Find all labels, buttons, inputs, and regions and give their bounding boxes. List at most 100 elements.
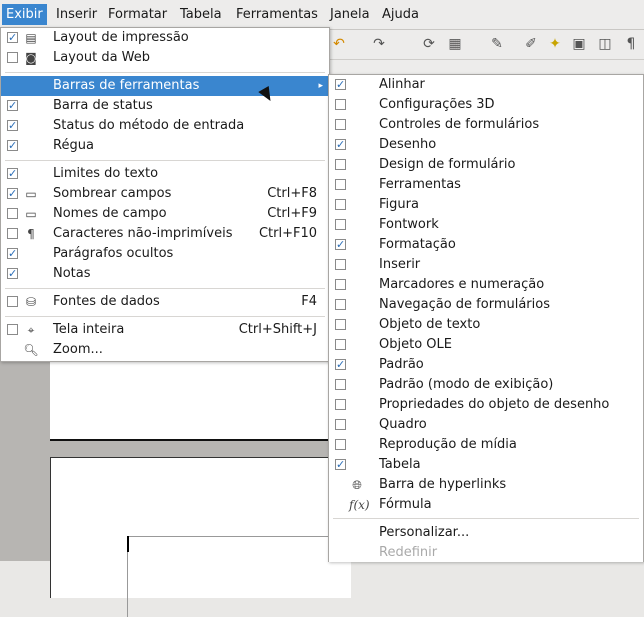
menu-separator (5, 72, 325, 73)
submenu-item-standard[interactable]: ✓ Padrão (329, 355, 643, 375)
submenu-item-3d-settings[interactable]: Configurações 3D (329, 95, 643, 115)
submenu-item-form-design[interactable]: Design de formulário (329, 155, 643, 175)
checkbox: ✓ (7, 167, 18, 180)
pilcrow-icon[interactable]: ¶ (622, 35, 640, 53)
menu-tabela[interactable]: Tabela (176, 4, 226, 25)
submenu-item-media-playback[interactable]: Reprodução de mídia (329, 435, 643, 455)
menu-item-input-method-status[interactable]: ✓ Status do método de entrada (1, 116, 329, 136)
submenu-item-formula[interactable]: f(x) Fórmula (329, 495, 643, 515)
field-names-icon: ▭ (25, 207, 37, 221)
formula-icon: f(x) (349, 498, 370, 512)
checkbox: ✓ (335, 358, 346, 371)
gallery-icon[interactable]: ◫ (596, 35, 614, 53)
checkbox (335, 339, 346, 350)
menu-ferramentas[interactable]: Ferramentas (232, 4, 322, 25)
submenu-item-form-navigation[interactable]: Navegação de formulários (329, 295, 643, 315)
submenu-item-drawing-object-properties[interactable]: Propriedades do objeto de desenho (329, 395, 643, 415)
submenu-item-tools[interactable]: Ferramentas (329, 175, 643, 195)
submenu-item-hyperlink-bar[interactable]: 🌐︎ Barra de hyperlinks (329, 475, 643, 495)
menu-item-text-boundaries[interactable]: ✓ Limites do texto (1, 164, 329, 184)
edit-icon[interactable]: ✐ (522, 35, 540, 53)
checkbox (335, 199, 346, 210)
toolbars-submenu: ✓ Alinhar Configurações 3D Controles de f… (328, 74, 644, 562)
menu-item-nonprinting-chars[interactable]: ¶ Caracteres não-imprimíveis Ctrl+F10 (1, 224, 329, 244)
submenu-item-insert[interactable]: Inserir (329, 255, 643, 275)
checkbox: ✓ (7, 187, 18, 200)
menu-item-toolbars[interactable]: Barras de ferramentas ▸ (1, 76, 329, 96)
checkbox (335, 399, 346, 410)
menu-item-zoom[interactable]: 🔍︎ Zoom... (1, 340, 329, 360)
text-cursor (127, 536, 129, 552)
menu-janela[interactable]: Janela (326, 4, 374, 25)
checkbox (7, 296, 18, 307)
table-icon[interactable]: ▦ (446, 35, 464, 53)
checkbox (7, 324, 18, 335)
frame-icon[interactable]: ▣ (570, 35, 588, 53)
menu-formatar[interactable]: Formatar (104, 4, 171, 25)
menubar: Exibir Inserir Formatar Tabela Ferrament… (0, 0, 644, 30)
submenu-item-bullets-numbering[interactable]: Marcadores e numeração (329, 275, 643, 295)
submenu-item-reset: Redefinir (379, 545, 438, 560)
menu-item-field-shading[interactable]: ✓ ▭ Sombrear campos Ctrl+F8 (1, 184, 329, 204)
checkbox: ✓ (335, 458, 346, 471)
checkbox (335, 279, 346, 290)
menu-item-hidden-paragraphs[interactable]: ✓ Parágrafos ocultos (1, 244, 329, 264)
menu-item-full-screen[interactable]: ⌖ Tela inteira Ctrl+Shift+J (1, 320, 329, 340)
menu-separator (5, 288, 325, 289)
checkbox: ✓ (335, 238, 346, 251)
standard-toolbar: ↶ ↷ ⟳ ▦ ✎ ✐ ✦ ▣ ◫ ¶ (328, 29, 644, 60)
pilcrow-icon: ¶ (27, 227, 35, 241)
menu-item-ruler[interactable]: ✓ Régua (1, 136, 329, 156)
checkbox (7, 228, 18, 239)
menu-item-field-names[interactable]: ▭ Nomes de campo Ctrl+F9 (1, 204, 329, 224)
checkbox (335, 299, 346, 310)
submenu-item-customize[interactable]: Personalizar... (329, 523, 643, 543)
checkbox (335, 419, 346, 430)
undo-icon[interactable]: ↶ (330, 35, 348, 53)
checkbox (335, 179, 346, 190)
checkbox: ✓ (335, 138, 346, 151)
draw-functions-icon[interactable]: ✎ (488, 35, 506, 53)
submenu-item-standard-view[interactable]: Padrão (modo de exibição) (329, 375, 643, 395)
checkbox: ✓ (7, 267, 18, 280)
redo-icon[interactable]: ↷ (370, 35, 388, 53)
document-page[interactable] (50, 457, 351, 617)
submenu-item-text-object[interactable]: Objeto de texto (329, 315, 643, 335)
submenu-item-frame[interactable]: Quadro (329, 415, 643, 435)
checkbox (335, 319, 346, 330)
menu-item-notes[interactable]: ✓ Notas (1, 264, 329, 284)
checkbox: ✓ (7, 31, 18, 44)
submenu-item-figure[interactable]: Figura (329, 195, 643, 215)
menu-exibir[interactable]: Exibir (2, 4, 47, 25)
checkbox (335, 219, 346, 230)
submenu-item-fontwork[interactable]: Fontwork (329, 215, 643, 235)
menu-item-status-bar[interactable]: ✓ Barra de status (1, 96, 329, 116)
submenu-item-form-controls[interactable]: Controles de formulários (329, 115, 643, 135)
checkbox: ✓ (335, 78, 346, 91)
submenu-item-ole-object[interactable]: Objeto OLE (329, 335, 643, 355)
menu-inserir[interactable]: Inserir (52, 4, 101, 25)
checkbox (335, 379, 346, 390)
menu-separator (5, 316, 325, 317)
view-menu: ✓ ▤ Layout de impressão ◙ Layout da Web … (0, 27, 330, 362)
menu-ajuda[interactable]: Ajuda (378, 4, 423, 25)
menu-item-data-sources[interactable]: ⛁ Fontes de dados F4 (1, 292, 329, 312)
field-shading-icon: ▭ (25, 187, 37, 201)
submenu-item-drawing[interactable]: ✓ Desenho (329, 135, 643, 155)
checkbox: ✓ (7, 119, 18, 132)
checkbox (7, 52, 18, 63)
checkbox: ✓ (7, 139, 18, 152)
full-screen-icon: ⌖ (27, 323, 35, 337)
navigator-icon[interactable]: ⟳ (420, 35, 438, 53)
checkbox: ✓ (7, 99, 18, 112)
text-frame[interactable] (127, 536, 348, 617)
submenu-item-formatting[interactable]: ✓ Formatação (329, 235, 643, 255)
checkbox (335, 259, 346, 270)
menu-item-web-layout[interactable]: ◙ Layout da Web (1, 48, 329, 68)
submenu-item-alinhar[interactable]: ✓ Alinhar (329, 75, 643, 95)
web-layout-icon: ◙ (25, 51, 37, 65)
star-icon[interactable]: ✦ (546, 35, 564, 53)
submenu-item-table[interactable]: ✓ Tabela (329, 455, 643, 475)
menu-separator (5, 160, 325, 161)
menu-item-print-layout[interactable]: ✓ ▤ Layout de impressão (1, 28, 329, 48)
